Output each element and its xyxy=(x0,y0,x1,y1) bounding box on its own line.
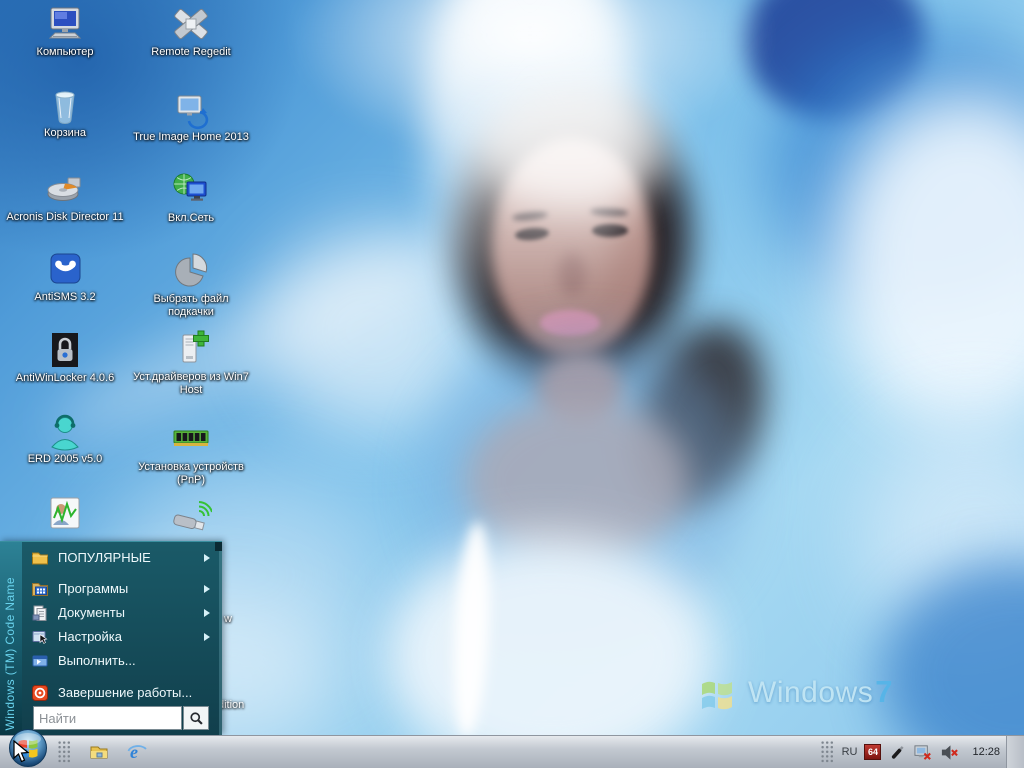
menu-item-label: Документы xyxy=(58,605,126,620)
submenu-arrow-icon xyxy=(204,584,210,593)
windows-flag-icon xyxy=(702,681,732,710)
submenu-arrow-icon xyxy=(204,608,210,617)
person-headset-icon xyxy=(51,414,79,451)
partial-icon-label-w: w xyxy=(224,613,232,625)
desktop-icon-label: True Image Home 2013 xyxy=(133,131,249,143)
start-menu-search xyxy=(33,706,209,730)
user-waveform-icon xyxy=(50,497,80,529)
menu-item-shutdown[interactable]: Завершение работы... xyxy=(22,681,218,704)
taskbar: e RU 64 12:28 xyxy=(0,729,1024,768)
menu-item-label: Настройка xyxy=(58,629,122,644)
start-menu-banner: Windows (TM) Code Name xyxy=(0,542,22,735)
desktop-icon-driver-install[interactable]: Уст.драйверов из Win7 Host xyxy=(126,330,256,397)
desktop-icon-erd[interactable]: ERD 2005 v5.0 xyxy=(5,412,125,466)
hardware-disconnected-icon[interactable] xyxy=(914,743,933,762)
settings-icon xyxy=(32,630,48,644)
desktop-icon-antisms[interactable]: AntiSMS 3.2 xyxy=(5,250,125,304)
start-menu-banner-text: Windows (TM) Code Name xyxy=(3,576,17,731)
network-globe-icon xyxy=(173,173,207,201)
desktop-icon-network[interactable]: Вкл.Сеть xyxy=(126,171,256,225)
computer-icon xyxy=(48,7,82,39)
shutdown-icon xyxy=(32,684,48,701)
desktop-icon-pnp-devices[interactable]: Установка устройств (PnP) xyxy=(126,420,256,487)
desktop-icon-true-image[interactable]: True Image Home 2013 xyxy=(126,90,256,144)
speaker-muted-icon[interactable] xyxy=(940,743,959,762)
desktop-icon-label: AntiSMS 3.2 xyxy=(34,291,96,303)
pen-device-icon[interactable] xyxy=(888,743,907,762)
logo-version: 7 xyxy=(875,674,893,709)
desktop-icon-label: ERD 2005 v5.0 xyxy=(27,453,103,465)
desktop-icon-label: Вкл.Сеть xyxy=(167,212,215,224)
svg-text:e: e xyxy=(130,742,138,762)
pie-chart-icon xyxy=(175,253,208,287)
quick-launch-explorer[interactable] xyxy=(88,741,110,763)
submenu-arrow-icon xyxy=(204,632,210,641)
server-plus-icon xyxy=(182,330,209,363)
desktop-icon-antiwinlocker[interactable]: AntiWinLocker 4.0.6 xyxy=(5,331,125,385)
acronis-disk-icon xyxy=(47,177,81,201)
menu-item-label: ПОПУЛЯРНЫЕ xyxy=(58,550,151,565)
start-button[interactable] xyxy=(8,728,48,768)
true-image-icon xyxy=(177,95,209,130)
menu-item-settings[interactable]: Настройка xyxy=(22,625,218,648)
programs-folder-icon xyxy=(32,582,48,596)
desktop-icon-recycle-bin[interactable]: Корзина xyxy=(5,86,125,140)
search-button[interactable] xyxy=(183,706,209,730)
search-icon xyxy=(189,711,203,725)
desktop-icon-label: Компьютер xyxy=(36,46,94,58)
windows-orb-icon xyxy=(9,729,47,767)
menu-item-run[interactable]: Выполнить... xyxy=(22,649,218,672)
menu-item-label: Программы xyxy=(58,581,129,596)
clock[interactable]: 12:28 xyxy=(972,746,1000,758)
padlock-icon xyxy=(52,333,78,367)
desktop-icon-computer[interactable]: Компьютер xyxy=(5,5,125,59)
submenu-arrow-icon xyxy=(204,553,210,562)
explorer-folder-icon xyxy=(90,746,108,759)
menu-item-popular[interactable]: ПОПУЛЯРНЫЕ xyxy=(22,546,218,569)
ram-stick-icon xyxy=(173,430,209,446)
desktop-icon-label: Установка устройств (PnP) xyxy=(138,461,244,486)
start-menu-edge xyxy=(219,542,222,735)
search-input[interactable] xyxy=(33,706,182,730)
internet-explorer-icon: e xyxy=(127,742,147,762)
menu-item-documents[interactable]: Документы xyxy=(22,601,218,624)
run-icon xyxy=(32,655,48,666)
menu-item-label: Завершение работы... xyxy=(58,685,193,700)
desktop-screen: Windows7 Компьютер Remote Regedit Корзин… xyxy=(0,0,1024,768)
menu-item-label: Выполнить... xyxy=(58,653,136,668)
desktop-icon-label: Acronis Disk Director 11 xyxy=(6,211,124,223)
logo-brand: Windows xyxy=(748,676,874,709)
menu-item-programs[interactable]: Программы xyxy=(22,577,218,600)
desktop-icon-label: Remote Regedit xyxy=(151,46,231,58)
wallpaper-windows7-logo: Windows7 xyxy=(698,672,892,712)
tray-64-badge[interactable]: 64 xyxy=(864,744,882,760)
documents-icon xyxy=(32,605,47,621)
start-menu: Windows (TM) Code Name ПОПУЛЯРНЫЕ Програ… xyxy=(0,541,222,735)
desktop-icon-acronis-disk-director[interactable]: Acronis Disk Director 11 xyxy=(5,170,125,224)
language-indicator[interactable]: RU xyxy=(842,746,858,758)
desktop-icon-label: Уст.драйверов из Win7 Host xyxy=(133,371,249,396)
usb-wireless-icon xyxy=(173,501,212,531)
quick-launch-internet-explorer[interactable]: e xyxy=(126,741,148,763)
desktop-icon-remote-regedit[interactable]: Remote Regedit xyxy=(126,5,256,59)
regedit-icon xyxy=(174,8,208,40)
desktop-icon-label: AntiWinLocker 4.0.6 xyxy=(15,372,115,384)
tray-grip[interactable] xyxy=(820,741,835,763)
desktop-icon-label: Корзина xyxy=(44,127,86,139)
desktop-icon-partially-hidden-usb[interactable] xyxy=(126,498,256,538)
quick-launch-grip[interactable] xyxy=(58,741,72,763)
recycle-bin-icon xyxy=(55,91,75,125)
folder-icon xyxy=(32,552,48,564)
desktop-icon-label: Выбрать файл подкачки xyxy=(153,293,229,318)
desktop-icon-partially-hidden-user[interactable] xyxy=(5,494,125,534)
system-tray: RU 64 12:28 xyxy=(820,736,1000,768)
desktop-icon-pagefile[interactable]: Выбрать файл подкачки xyxy=(126,252,256,319)
phone-icon xyxy=(50,253,81,284)
show-desktop-button[interactable] xyxy=(1006,736,1024,768)
